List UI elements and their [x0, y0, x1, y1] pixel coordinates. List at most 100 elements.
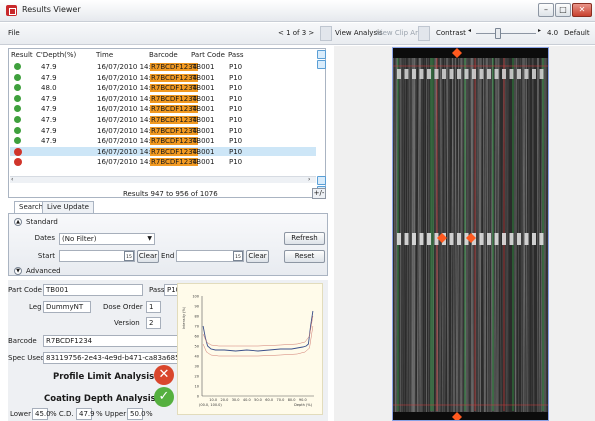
- standard-section-label[interactable]: Standard: [26, 218, 58, 226]
- scan-tick-top: [502, 69, 506, 79]
- cell-pass: P10: [229, 147, 243, 156]
- expand-collapse-button[interactable]: +/-: [312, 188, 326, 199]
- y-tick-label: 60: [195, 335, 199, 339]
- advanced-section-label[interactable]: Advanced: [26, 267, 61, 275]
- table-row[interactable]: 16/07/2010 14:28:50 R7BCDF1234 TB001 P10: [10, 146, 316, 157]
- calendar-icon[interactable]: 15: [124, 251, 134, 261]
- table-row[interactable]: 16/07/2010 14:28:25 R7BCDF1234 TB001 P10: [10, 157, 316, 167]
- dates-dropdown[interactable]: (No Filter) ▼: [59, 233, 155, 245]
- cell-barcode: R7BCDF1234: [150, 84, 199, 93]
- scroll-right-icon[interactable]: ›: [308, 176, 310, 183]
- scroll-top-button[interactable]: [317, 50, 326, 59]
- collapse-standard-icon[interactable]: ▲: [14, 218, 22, 226]
- scan-tick-mid: [434, 233, 439, 245]
- cell-barcode: R7BCDF1234: [150, 94, 199, 103]
- page-nav[interactable]: < 1 of 3 >: [278, 29, 314, 37]
- scroll-down-button[interactable]: [317, 176, 326, 185]
- col-header-pass[interactable]: Pass: [228, 51, 244, 59]
- slider-left-arrow-icon[interactable]: ◂: [468, 27, 471, 34]
- table-row[interactable]: 48.0 16/07/2010 14:34:02 R7BCDF1234 TB001 P1…: [10, 83, 316, 93]
- col-header-part-code[interactable]: Part Code: [191, 51, 225, 59]
- version-field[interactable]: 2: [146, 317, 161, 329]
- x-tick-label: 30.0: [232, 398, 240, 402]
- expand-advanced-icon[interactable]: ▼: [14, 267, 22, 275]
- col-header-barcode[interactable]: Barcode: [149, 51, 178, 59]
- dose-order-field[interactable]: 1: [146, 301, 161, 313]
- app-icon: [6, 5, 17, 16]
- y-axis-label: Intensity (%): [182, 306, 186, 329]
- y-tick-label: 30: [195, 365, 199, 369]
- scan-tick-top: [434, 69, 439, 79]
- cell-depth: 47.9: [41, 105, 57, 114]
- scan-image[interactable]: [392, 47, 549, 421]
- table-row[interactable]: 47.9 16/07/2010 14:31:56 R7BCDF1234 TB001 P1…: [10, 136, 316, 146]
- upper-field[interactable]: 50.0: [127, 408, 146, 420]
- grid-side-buttons: [316, 48, 328, 198]
- refresh-button[interactable]: Refresh: [284, 232, 325, 245]
- scan-tick-top: [419, 69, 424, 79]
- clear-start-button[interactable]: Clear: [137, 250, 159, 263]
- slider-right-arrow-icon[interactable]: ▸: [538, 27, 541, 34]
- col-header-depth[interactable]: C'Depth(%): [36, 51, 76, 59]
- horizontal-scrollbar[interactable]: ‹ ›: [10, 176, 316, 183]
- contrast-slider[interactable]: ◂ ▸: [468, 27, 544, 39]
- coating-depth-label: Coating Depth Analysis: [44, 394, 156, 404]
- cell-barcode: R7BCDF1234: [150, 116, 199, 124]
- tab-live-update[interactable]: Live Update: [42, 201, 94, 213]
- cell-depth: 48.0: [41, 84, 57, 93]
- cell-barcode: R7BCDF1234: [150, 137, 199, 146]
- contrast-label: Contrast: [436, 29, 466, 37]
- calendar-icon[interactable]: 15: [233, 251, 243, 261]
- leg-field[interactable]: DummyNT: [43, 301, 91, 313]
- part-code-field[interactable]: TB001: [43, 284, 143, 296]
- default-button[interactable]: Default: [564, 29, 590, 37]
- end-label: End: [161, 252, 175, 260]
- dates-label: Dates: [34, 234, 55, 242]
- table-row[interactable]: 47.9 16/07/2010 14:34:53 R7BCDF1234 TB001 P1…: [10, 62, 316, 72]
- table-row[interactable]: 47.9 16/07/2010 14:32:21 R7BCDF1234 TB001 P1…: [10, 126, 316, 136]
- table-row[interactable]: 47.9 16/07/2010 14:34:27 R7BCDF1234 TB001 P1…: [10, 73, 316, 83]
- cell-barcode: R7BCDF1234: [150, 147, 199, 156]
- percent-label: %: [146, 410, 153, 418]
- cell-depth: 47.9: [41, 63, 57, 71]
- scan-tick-mid: [494, 233, 499, 245]
- scan-tick-top: [449, 69, 454, 79]
- slider-thumb[interactable]: [494, 28, 501, 39]
- y-tick-label: 50: [195, 345, 199, 349]
- results-grid[interactable]: Result C'Depth(%) Time Barcode Part Code…: [8, 48, 326, 198]
- scan-tick-mid: [457, 233, 461, 245]
- maximize-button[interactable]: □: [555, 3, 571, 17]
- cell-depth: 47.9: [41, 126, 57, 135]
- cd-field[interactable]: 47.9: [76, 408, 95, 420]
- pass-status-icon: [14, 116, 21, 123]
- y-tick-label: 80: [195, 315, 199, 319]
- y-tick-label: 70: [195, 325, 199, 329]
- scan-tick-mid: [524, 233, 529, 245]
- reset-button[interactable]: Reset: [284, 250, 325, 263]
- clear-end-button[interactable]: Clear: [246, 250, 269, 263]
- col-header-time[interactable]: Time: [96, 51, 113, 59]
- table-row[interactable]: 47.9 16/07/2010 14:32:46 R7BCDF1234 TB001 P1…: [10, 115, 316, 125]
- x-tick-label: 10.0: [209, 398, 217, 402]
- pass-status-icon: [14, 63, 21, 70]
- scan-tick-mid: [487, 233, 491, 245]
- scan-tick-top: [494, 69, 499, 79]
- close-button[interactable]: ✕: [572, 3, 592, 17]
- cell-barcode: R7BCDF1234: [150, 105, 199, 114]
- file-menu[interactable]: File: [8, 29, 20, 37]
- cell-part: TB001: [192, 105, 215, 114]
- barcode-field[interactable]: R7BCDF1234: [43, 335, 179, 347]
- spec-used-field[interactable]: 83119756-2e43-4e9d-b471-ca83a685: [43, 352, 179, 364]
- lower-field[interactable]: 45.0: [32, 408, 51, 420]
- y-tick-label: 0: [197, 395, 199, 399]
- scan-tick-mid: [404, 233, 409, 245]
- table-row[interactable]: 47.9 16/07/2010 14:33:12 R7BCDF1234 TB001 P1…: [10, 104, 316, 114]
- col-header-result[interactable]: Result: [11, 51, 33, 59]
- x-tick-label: 90.0: [299, 398, 307, 402]
- scroll-left-icon[interactable]: ‹: [11, 176, 13, 183]
- table-row[interactable]: 47.9 16/07/2010 14:33:37 R7BCDF1234 TB001 P1…: [10, 94, 316, 104]
- scroll-up-button[interactable]: [317, 60, 326, 69]
- slider-track: [476, 33, 536, 34]
- scan-tick-top: [397, 69, 401, 79]
- minimize-button[interactable]: –: [538, 3, 554, 17]
